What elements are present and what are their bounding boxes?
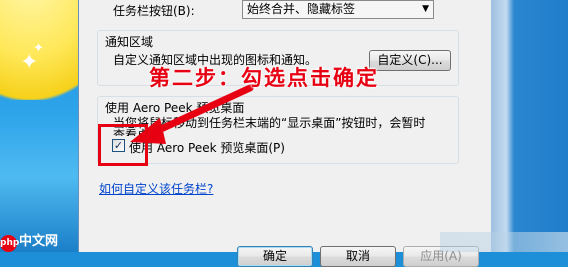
customize-button[interactable]: 自定义(C)...: [369, 50, 451, 71]
notification-area-heading: 通知区域: [105, 35, 154, 49]
taskbar-buttons-value: 始终合并、隐藏标签: [247, 2, 356, 16]
help-link[interactable]: 如何自定义该任务栏?: [99, 180, 213, 197]
annotation-text: 第二步：勾选点击确定: [149, 65, 379, 90]
watermark-text: 中文网: [19, 234, 59, 249]
php-logo-icon: php: [0, 235, 19, 252]
taskbar-buttons-label: 任务栏按钮(B):: [113, 4, 195, 18]
taskbar-buttons-select[interactable]: 始终合并、隐藏标签 ▼: [242, 0, 434, 19]
cancel-button[interactable]: 取消: [320, 246, 396, 267]
watermark-overlay: [440, 232, 568, 252]
watermark: php中文网: [0, 230, 80, 252]
window-frame: [491, 0, 568, 252]
ok-button[interactable]: 确定: [237, 246, 313, 267]
desktop-wallpaper: ✦ ✦: [0, 0, 78, 252]
sparkle-icon: ✦: [20, 50, 39, 75]
chevron-down-icon: ▼: [422, 4, 429, 14]
